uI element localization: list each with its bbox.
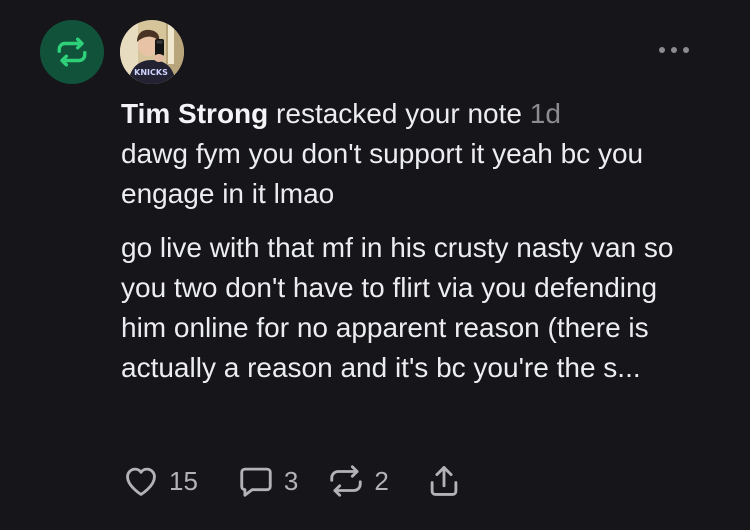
note-paragraph-1[interactable]: dawg fym you don't support it yeah bc yo… bbox=[121, 134, 711, 214]
more-options-button[interactable] bbox=[654, 38, 694, 62]
comment-count: 3 bbox=[283, 465, 299, 496]
note-paragraph-2[interactable]: go live with that mf in his crusty nasty… bbox=[121, 228, 701, 388]
comment-bubble-icon bbox=[240, 467, 272, 497]
comment-button[interactable]: 3 bbox=[236, 462, 298, 500]
restack-icon bbox=[57, 37, 87, 67]
restack-count: 2 bbox=[374, 465, 389, 496]
avatar[interactable]: KNICKS bbox=[120, 20, 184, 84]
restack-notification[interactable]: KNICKS Tim Strong restacked your note 1d… bbox=[0, 0, 750, 530]
action-bar: 15 3 2 bbox=[121, 459, 463, 503]
action-text: restacked your note bbox=[276, 98, 522, 129]
heart-icon bbox=[126, 467, 156, 496]
restack-button[interactable]: 2 bbox=[326, 462, 389, 500]
avatar-shirt-text: KNICKS bbox=[134, 68, 168, 77]
restack-badge bbox=[40, 20, 104, 84]
like-button[interactable]: 15 bbox=[121, 462, 198, 500]
more-horizontal-icon bbox=[659, 47, 689, 53]
like-count: 15 bbox=[169, 465, 198, 496]
notification-headline: Tim Strong restacked your note 1d bbox=[121, 94, 721, 134]
share-icon bbox=[430, 466, 458, 496]
timestamp: 1d bbox=[529, 98, 561, 129]
notification-content: Tim Strong restacked your note 1d dawg f… bbox=[121, 94, 721, 388]
avatar-photo: KNICKS bbox=[120, 20, 184, 84]
author-name[interactable]: Tim Strong bbox=[121, 98, 268, 129]
restack-icon bbox=[330, 465, 363, 497]
share-button[interactable] bbox=[425, 462, 463, 500]
